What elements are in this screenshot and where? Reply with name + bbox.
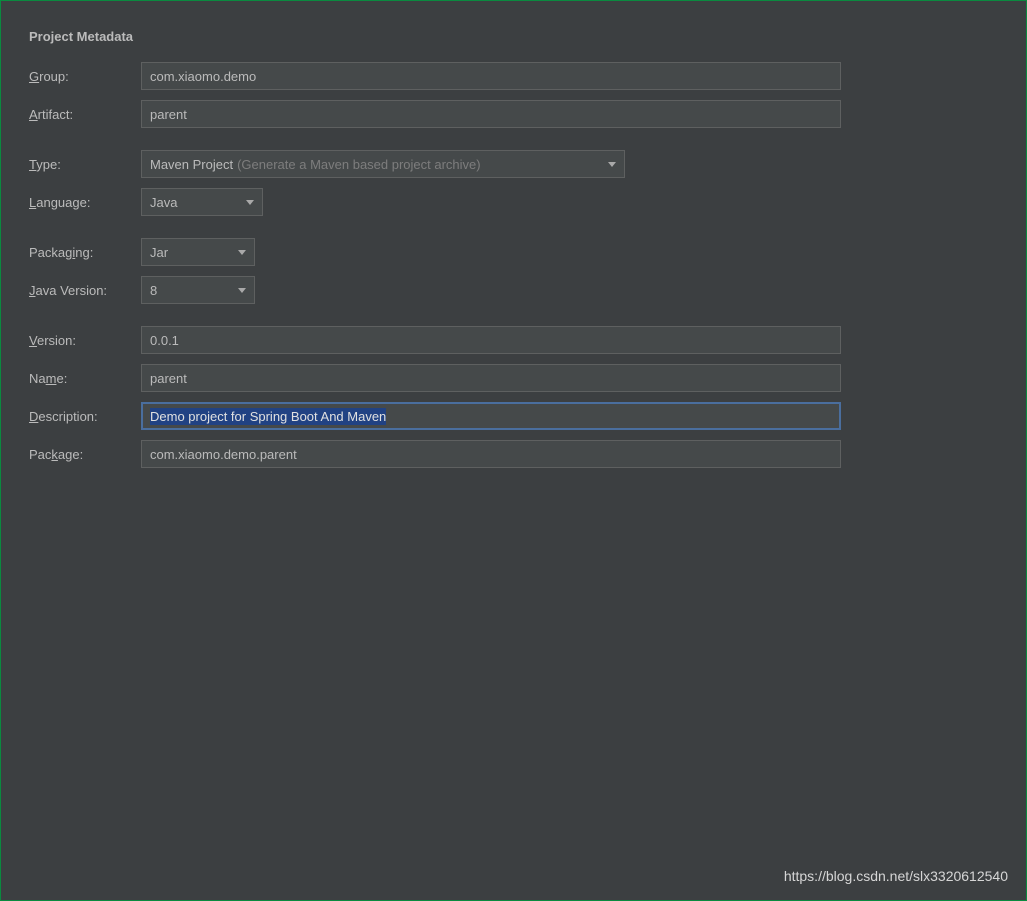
artifact-input[interactable] — [141, 100, 841, 128]
package-input[interactable] — [141, 440, 841, 468]
type-dropdown-value: Maven Project — [150, 157, 233, 172]
chevron-down-icon — [246, 200, 254, 205]
type-label: Type: — [29, 157, 141, 172]
chevron-down-icon — [608, 162, 616, 167]
type-dropdown[interactable]: Maven Project (Generate a Maven based pr… — [141, 150, 625, 178]
packaging-label: Packaging: — [29, 245, 141, 260]
language-label: Language: — [29, 195, 141, 210]
name-label: Name: — [29, 371, 141, 386]
description-selected-text: Demo project for Spring Boot And Maven — [150, 408, 386, 425]
language-dropdown[interactable]: Java — [141, 188, 263, 216]
chevron-down-icon — [238, 288, 246, 293]
description-label: Description: — [29, 409, 141, 424]
watermark-text: https://blog.csdn.net/slx3320612540 — [784, 868, 1008, 884]
java-version-label: Java Version: — [29, 283, 141, 298]
section-title: Project Metadata — [29, 29, 998, 44]
group-label: Group: — [29, 69, 141, 84]
java-version-dropdown-value: 8 — [150, 283, 157, 298]
packaging-dropdown[interactable]: Jar — [141, 238, 255, 266]
language-dropdown-value: Java — [150, 195, 177, 210]
version-label: Version: — [29, 333, 141, 348]
packaging-dropdown-value: Jar — [150, 245, 168, 260]
type-dropdown-hint: (Generate a Maven based project archive) — [237, 157, 481, 172]
artifact-label: Artifact: — [29, 107, 141, 122]
group-input[interactable] — [141, 62, 841, 90]
chevron-down-icon — [238, 250, 246, 255]
version-input[interactable] — [141, 326, 841, 354]
java-version-dropdown[interactable]: 8 — [141, 276, 255, 304]
name-input[interactable] — [141, 364, 841, 392]
package-label: Package: — [29, 447, 141, 462]
description-input[interactable]: Demo project for Spring Boot And Maven — [141, 402, 841, 430]
